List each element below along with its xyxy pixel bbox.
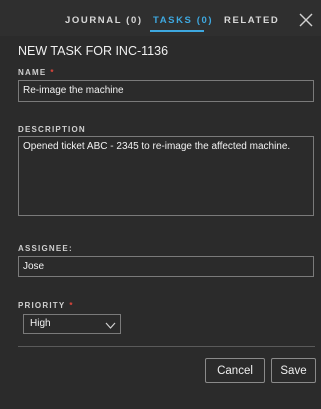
active-tab-indicator (150, 30, 204, 32)
tab-related[interactable]: RELATED (224, 15, 279, 31)
save-button[interactable]: Save (271, 358, 316, 383)
priority-selected-value: High (30, 318, 51, 329)
name-field[interactable]: Re-image the machine (18, 80, 314, 102)
chevron-down-icon (105, 319, 116, 329)
close-icon[interactable] (296, 10, 316, 30)
name-label-text: NAME (18, 68, 47, 77)
priority-label-text: PRIORITY (18, 301, 66, 310)
cancel-button[interactable]: Cancel (205, 358, 265, 383)
description-label: DESCRIPTION (18, 125, 86, 134)
required-marker: * (69, 301, 74, 310)
tab-tasks[interactable]: TASKS (0) (153, 15, 213, 31)
assignee-field[interactable]: Jose (18, 256, 314, 277)
tab-bar: JOURNAL (0) TASKS (0) RELATED (0, 0, 321, 36)
description-field[interactable]: Opened ticket ABC - 2345 to re-image the… (18, 136, 314, 216)
required-marker: * (50, 68, 55, 77)
tab-journal[interactable]: JOURNAL (0) (65, 15, 143, 31)
priority-select[interactable]: High (23, 314, 121, 334)
assignee-label: ASSIGNEE: (18, 244, 73, 253)
form-title: NEW TASK FOR INC-1136 (18, 44, 169, 58)
divider (18, 346, 315, 347)
name-label: NAME * (18, 68, 55, 77)
priority-label: PRIORITY * (18, 301, 74, 310)
